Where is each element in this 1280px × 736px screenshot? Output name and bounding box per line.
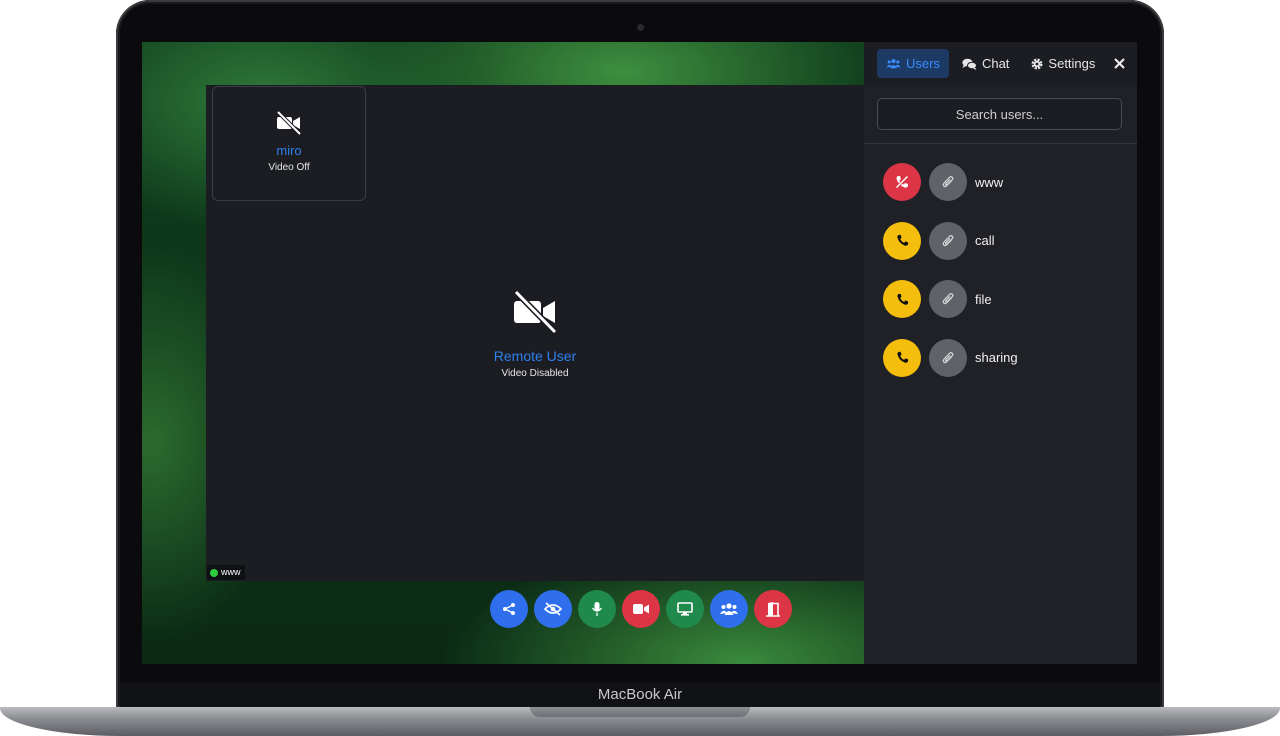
hide-self-view-button[interactable] [534,590,572,628]
video-off-icon [213,110,365,139]
search-users-input[interactable] [877,98,1122,130]
send-file-button[interactable] [929,163,967,202]
paperclip-icon [942,234,954,246]
video-stage: miro Video Off Remote User Video Disable… [206,85,864,581]
call-toolbar [490,590,792,628]
leave-call-button[interactable] [754,590,792,628]
share-icon [503,603,515,615]
user-search [864,85,1137,144]
call-button[interactable] [883,338,921,377]
local-user-name: miro [276,143,302,158]
tab-chat[interactable]: Chat [953,49,1018,78]
eye-slash-icon [544,602,562,616]
send-file-button[interactable] [929,280,967,319]
webcam [637,24,644,31]
local-video-status: Video Off [268,162,310,173]
list-item: sharing [864,329,1137,388]
screen-share-icon [677,602,693,616]
leave-door-icon [766,602,780,617]
microphone-button[interactable] [578,590,616,628]
app-screen: miro Video Off Remote User Video Disable… [142,42,1137,664]
phone-slash-icon [895,175,909,190]
tab-users[interactable]: Users [877,49,949,78]
microphone-icon [591,602,603,616]
paperclip-icon [942,351,954,363]
users-icon [720,603,738,615]
paperclip-icon [942,293,954,305]
users-icon [886,59,901,69]
phone-icon [896,352,908,363]
user-name: file [975,291,992,307]
send-file-button[interactable] [929,338,967,377]
hang-up-button[interactable] [883,163,921,202]
list-item: file [864,270,1137,329]
user-name: sharing [975,350,1018,366]
camera-button[interactable] [622,590,660,628]
local-video-tile[interactable]: miro Video Off [212,86,366,201]
tab-settings-label: Settings [1048,56,1096,71]
online-status-dot [210,568,218,577]
laptop-notch [530,707,750,717]
user-list: www call file sharing [864,144,1137,387]
video-camera-icon [633,604,649,614]
chat-bubbles-icon [962,58,977,70]
connection-tag: www [207,565,245,580]
remote-video: Remote User Video Disabled [206,289,864,379]
list-item: www [864,153,1137,212]
remote-user-name: Remote User [493,348,577,364]
tab-chat-label: Chat [981,56,1010,71]
paperclip-icon [942,176,954,188]
call-button[interactable] [883,221,921,260]
phone-icon [896,293,908,305]
side-panel: Users Chat Settings Search users... www … [864,42,1137,664]
call-button[interactable] [883,280,921,319]
participants-button[interactable] [710,590,748,628]
video-disabled-icon [206,289,864,338]
send-file-button[interactable] [929,221,967,260]
close-icon [1114,58,1126,69]
gear-icon [1031,58,1043,69]
user-name: call [975,233,995,249]
tab-settings[interactable]: Settings [1022,49,1104,78]
remote-video-status: Video Disabled [501,368,569,379]
connection-tag-label: www [221,567,241,577]
share-button[interactable] [490,590,528,628]
device-label: MacBook Air [597,686,683,703]
list-item: call [864,212,1137,271]
tab-users-label: Users [906,56,940,71]
panel-tabs: Users Chat Settings [864,42,1137,85]
user-name: www [975,174,1004,190]
close-panel-button[interactable] [1114,58,1126,69]
screen-share-button[interactable] [666,590,704,628]
phone-icon [896,235,908,246]
